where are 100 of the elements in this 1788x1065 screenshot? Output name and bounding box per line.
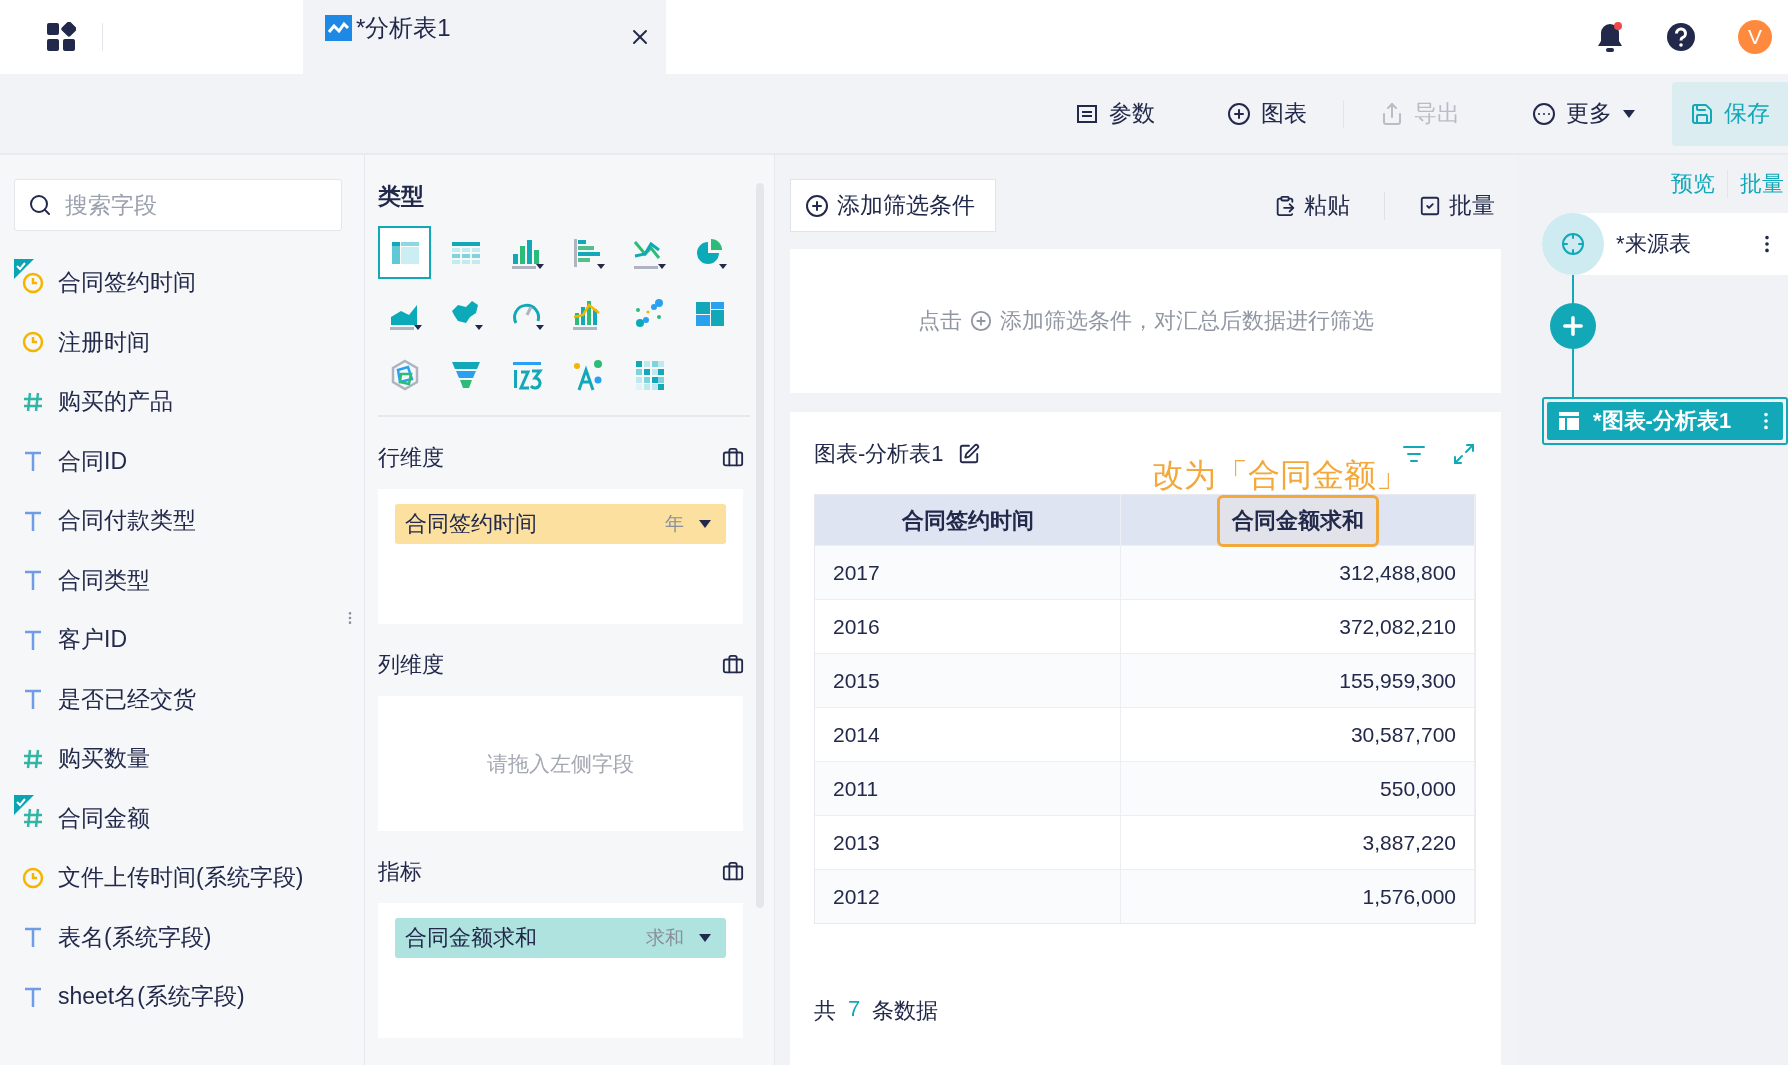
chart-title: 图表-分析表1 xyxy=(814,440,944,468)
hint-text: 点击 xyxy=(917,307,962,335)
field-name: 合同金额 xyxy=(58,803,150,833)
aggregation-label: 年 xyxy=(665,512,684,536)
text-type-icon xyxy=(22,509,44,532)
paste-button[interactable]: 粘贴 xyxy=(1274,190,1350,221)
save-icon xyxy=(1690,101,1714,126)
field-name: 注册时间 xyxy=(58,327,150,357)
help-icon[interactable] xyxy=(1666,22,1696,52)
field-item[interactable]: 注册时间 xyxy=(14,312,364,372)
field-name: 文件上传时间(系统字段) xyxy=(58,863,304,893)
add-icon xyxy=(805,193,829,218)
field-name: 客户ID xyxy=(58,625,127,655)
field-name: sheet名(系统字段) xyxy=(58,982,245,1012)
expand-icon[interactable] xyxy=(1452,442,1476,466)
edit-icon[interactable] xyxy=(957,443,980,465)
table-cell: 2012 xyxy=(815,870,1121,923)
pill-label: 合同签约时间 xyxy=(405,510,538,538)
hash-icon xyxy=(22,747,44,770)
annotation-text: 改为「合同金额」 xyxy=(1152,456,1408,495)
caret-icon xyxy=(698,933,712,943)
drop-field[interactable]: 合同签约时间 年 xyxy=(378,489,743,624)
footer-text: 条数据 xyxy=(872,997,939,1025)
export-icon xyxy=(1380,101,1404,126)
field-item[interactable]: 文件上传时间(系统字段) xyxy=(14,848,364,908)
section-title: 列维度 xyxy=(378,651,444,679)
field-name: 购买的产品 xyxy=(58,387,173,417)
search-icon xyxy=(28,193,52,217)
field-name: 合同类型 xyxy=(58,565,150,595)
bell-icon[interactable] xyxy=(1596,21,1624,53)
field-item[interactable]: 是否已经交货 xyxy=(14,669,364,729)
node-label: *图表-分析表1 xyxy=(1593,407,1733,435)
node-label: *来源表 xyxy=(1616,230,1692,258)
target-icon xyxy=(1561,232,1585,256)
briefcase-icon[interactable] xyxy=(722,447,744,469)
text-type-icon xyxy=(22,985,44,1008)
toolbar-button[interactable]: 参数 xyxy=(1075,98,1155,129)
more-icon xyxy=(1532,101,1556,126)
search-field[interactable]: 搜索字段 xyxy=(14,179,342,231)
paste-icon xyxy=(1274,194,1296,217)
field-item[interactable]: 合同类型 xyxy=(14,550,364,610)
field-name: 是否已经交货 xyxy=(58,684,196,714)
chart-type-button[interactable] xyxy=(378,226,431,279)
field-name: 合同ID xyxy=(58,446,127,476)
caret-icon xyxy=(1622,108,1636,119)
clock-icon xyxy=(22,331,44,354)
batch-button[interactable]: 批量 xyxy=(1419,190,1495,221)
field-item[interactable]: 客户ID xyxy=(14,610,364,670)
field-pill[interactable]: 合同签约时间 年 xyxy=(395,504,726,544)
table-cell: 1,576,000 xyxy=(1121,870,1475,923)
checkbox-icon xyxy=(1419,194,1441,217)
field-pill[interactable]: 合同金额求和 求和 xyxy=(395,918,726,958)
field-item[interactable]: 购买数量 xyxy=(14,729,364,789)
analysis-icon xyxy=(325,15,352,41)
hint-text: 添加筛选条件，对汇总后数据进行筛选 xyxy=(999,307,1374,335)
column-header: 合同金额求和 xyxy=(1216,495,1379,547)
text-type-icon xyxy=(22,628,44,651)
section-title: 指标 xyxy=(378,858,422,886)
field-name: 表名(系统字段) xyxy=(58,922,212,952)
apps-icon[interactable] xyxy=(46,22,76,52)
add-icon xyxy=(969,310,992,332)
source-node[interactable]: *来源表 xyxy=(1542,213,1788,275)
footer-text: 共 xyxy=(814,997,836,1025)
text-type-icon xyxy=(22,688,44,711)
clock-icon xyxy=(22,271,44,294)
document-tab[interactable]: *分析表1 xyxy=(303,0,666,74)
field-item[interactable]: 合同ID xyxy=(14,431,364,491)
pill-label: 合同金额求和 xyxy=(405,924,538,952)
text-type-icon xyxy=(22,926,44,949)
field-item[interactable]: 表名(系统字段) xyxy=(14,907,364,967)
toolbar-button[interactable]: 图表 xyxy=(1227,98,1307,129)
section-title: 类型 xyxy=(378,182,425,211)
hash-icon xyxy=(22,807,44,830)
add-icon xyxy=(1227,101,1251,126)
table-icon xyxy=(1559,412,1579,430)
field-item[interactable]: 购买的产品 xyxy=(14,372,364,432)
add-filter-button[interactable]: 添加筛选条件 xyxy=(790,179,996,232)
toolbar-button[interactable]: 更多 xyxy=(1532,98,1636,129)
row-count: 7 xyxy=(848,996,861,1023)
caret-icon xyxy=(698,519,712,529)
hash-icon xyxy=(22,390,44,413)
field-item[interactable]: 合同金额 xyxy=(14,788,364,848)
field-item[interactable]: 合同付款类型 xyxy=(14,491,364,551)
field-name: 合同签约时间 xyxy=(58,268,196,298)
aggregation-label: 求和 xyxy=(646,926,684,950)
field-item[interactable]: sheet名(系统字段) xyxy=(14,967,364,1027)
section-title: 行维度 xyxy=(378,444,444,472)
field-name: 购买数量 xyxy=(58,744,150,774)
clock-icon xyxy=(22,866,44,889)
text-type-icon xyxy=(22,450,44,473)
tab-title: *分析表1 xyxy=(356,13,452,43)
add-node-button[interactable] xyxy=(1550,303,1596,349)
briefcase-icon[interactable] xyxy=(722,654,744,676)
briefcase-icon[interactable] xyxy=(722,861,744,883)
text-type-icon xyxy=(22,569,44,592)
field-name: 合同付款类型 xyxy=(58,506,196,536)
drop-placeholder: 请拖入左侧字段 xyxy=(487,750,634,777)
field-item[interactable]: 合同签约时间 xyxy=(14,253,364,313)
drop-field[interactable]: 合同金额求和 求和 xyxy=(378,903,743,1038)
column-header: 合同签约时间 xyxy=(900,507,1035,535)
